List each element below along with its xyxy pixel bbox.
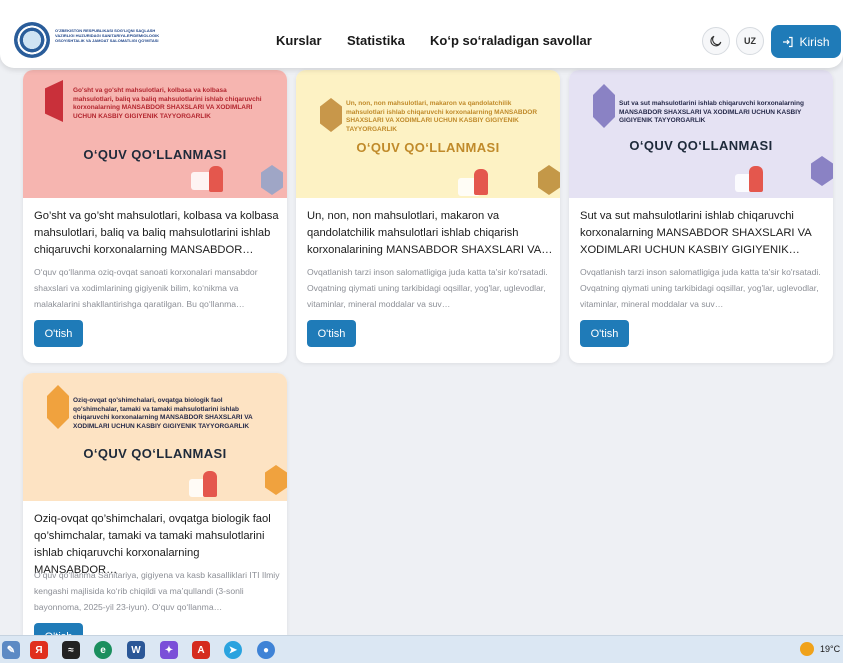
illustration-person [749, 166, 763, 192]
acrobat-icon[interactable]: A [192, 641, 210, 659]
course-card[interactable]: Go'sht va go'sht mahsulotlari, kolbasa v… [23, 70, 287, 363]
edge-icon[interactable]: e [94, 641, 112, 659]
course-description: Ovqatlanish tarzi inson salomatligiga ju… [580, 267, 821, 309]
top-header: O'zbekiston Respublikasi Sog'liqni saqla… [0, 0, 843, 68]
open-course-button[interactable]: O'tish [307, 320, 356, 347]
language-button[interactable]: UZ [736, 27, 764, 55]
copilot-icon[interactable]: ✦ [160, 641, 178, 659]
weather-widget[interactable]: 19°C [800, 642, 840, 656]
temperature: 19°C [820, 644, 841, 654]
course-title: Go’sht va go’sht mahsulotlari, kolbasa v… [34, 210, 279, 256]
course-card[interactable]: Oziq-ovqat qo'shimchalari, ovqatga biolo… [23, 373, 287, 635]
chrome-icon[interactable]: ● [257, 641, 275, 659]
nav-courses[interactable]: Kurslar [276, 33, 322, 48]
hexagon-decoration [261, 165, 283, 195]
logo-text: O'zbekiston Respublikasi Sog'liqni saqla… [55, 28, 160, 43]
theme-toggle-button[interactable] [702, 27, 730, 55]
windows-taskbar: ✎ Я ≈ e W ✦ A ➤ ● [0, 635, 843, 663]
login-label: Kirish [799, 34, 830, 49]
open-course-button[interactable]: O'tish [34, 320, 83, 347]
banner-text: Un, non, non mahsulotlari, makaron va qa… [346, 100, 538, 133]
course-card[interactable]: Sut va sut mahsulotlarini ishlab chiqaru… [569, 70, 833, 363]
login-icon [783, 36, 794, 47]
telegram-icon[interactable]: ➤ [224, 641, 242, 659]
banner-title: O‘QUV QO‘LLANMASI [356, 140, 500, 155]
tool-icon[interactable]: ✎ [2, 641, 20, 659]
open-course-button[interactable]: O'tish [34, 623, 83, 635]
course-banner: Go'sht va go'sht mahsulotlari, kolbasa v… [23, 70, 287, 198]
moon-icon [710, 35, 722, 47]
nav-faq[interactable]: Ko‘p so‘raladigan savollar [430, 33, 592, 48]
course-title: Un, non, non mahsulotlari, makaron va qa… [307, 210, 553, 256]
banner-title: O‘QUV QO‘LLANMASI [83, 446, 227, 461]
agency-logo[interactable] [14, 22, 50, 58]
banner-accent [47, 385, 69, 429]
course-banner: Un, non, non mahsulotlari, makaron va qa… [296, 70, 560, 198]
yandex-browser-icon[interactable]: Я [30, 641, 48, 659]
banner-accent [320, 98, 342, 132]
banner-title: O‘QUV QO‘LLANMASI [83, 147, 227, 162]
hexagon-decoration [538, 165, 560, 195]
banner-text: Oziq-ovqat qo'shimchalari, ovqatga biolo… [73, 397, 253, 430]
open-course-button[interactable]: O'tish [580, 320, 629, 347]
course-banner: Sut va sut mahsulotlarini ishlab chiqaru… [569, 70, 833, 198]
course-description: O‘quv qo‘llanma Sanitariya, gigiyena va … [34, 570, 280, 612]
course-description: O‘quv qo‘llanma oziq-ovqat sanoati korxo… [34, 267, 258, 309]
banner-title: O‘QUV QO‘LLANMASI [629, 138, 773, 153]
illustration-person [209, 166, 223, 192]
hexagon-decoration [265, 465, 287, 495]
course-card[interactable]: Un, non, non mahsulotlari, makaron va qa… [296, 70, 560, 363]
hexagon-decoration [811, 156, 833, 186]
course-description: Ovqatlanish tarzi inson salomatligiga ju… [307, 267, 548, 309]
sun-icon [800, 642, 814, 656]
illustration-person [203, 471, 217, 497]
nav-statistics[interactable]: Statistika [347, 33, 405, 48]
course-banner: Oziq-ovqat qo'shimchalari, ovqatga biolo… [23, 373, 287, 501]
banner-accent [593, 84, 615, 128]
banner-text: Sut va sut mahsulotlarini ishlab chiqaru… [619, 100, 804, 124]
word-icon[interactable]: W [127, 641, 145, 659]
login-button[interactable]: Kirish [771, 25, 841, 58]
banner-accent [45, 80, 63, 122]
illustration-person [474, 169, 488, 195]
app-icon[interactable]: ≈ [62, 641, 80, 659]
course-title: Sut va sut mahsulotlarini ishlab chiqaru… [580, 210, 812, 256]
banner-text: Go'sht va go'sht mahsulotlari, kolbasa v… [73, 87, 262, 120]
